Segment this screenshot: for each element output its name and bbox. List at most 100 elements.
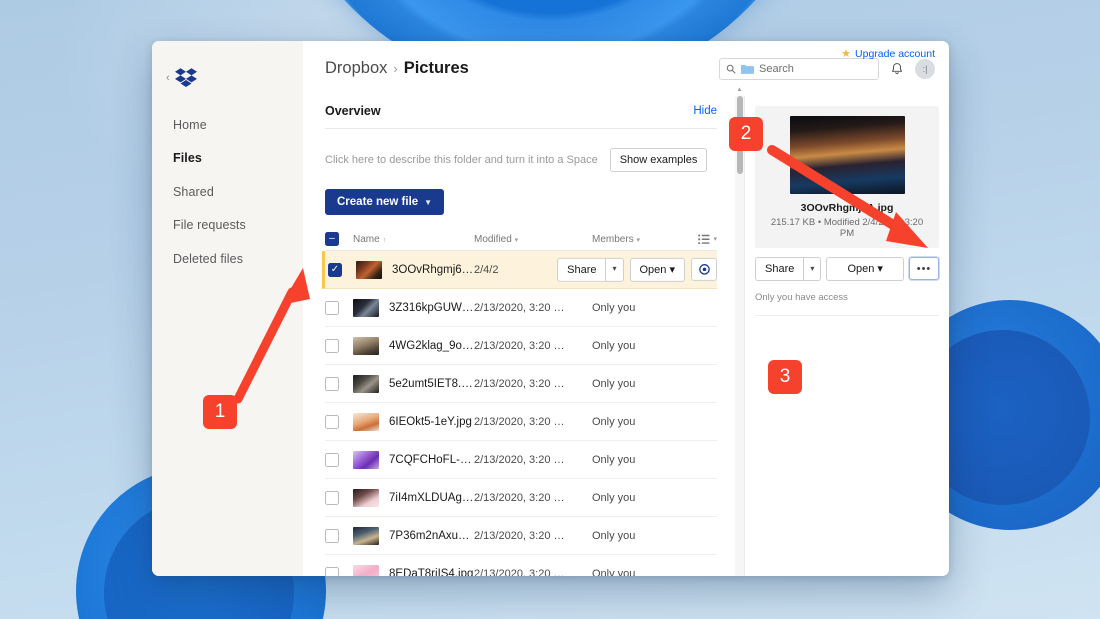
table-row[interactable]: 5e2umt5IET8.jpg2/13/2020, 3:20 …Only you [325, 365, 717, 403]
file-preview: 3OOvRhgmj6A.jpg 215.17 KB • Modified 2/4… [755, 106, 939, 248]
row-modified-cell: 2/13/2020, 3:20 … [474, 340, 592, 352]
row-select-cell [325, 453, 353, 467]
table-row[interactable]: 4WG2klag_9o.jpg2/13/2020, 3:20 …Only you [325, 327, 717, 365]
row-checkbox[interactable] [325, 377, 339, 391]
create-new-file-button[interactable]: Create new file ▼ [325, 189, 444, 215]
avatar[interactable]: :| [915, 59, 935, 79]
file-name: 7P36m2nAxu8.jpg [389, 530, 474, 542]
sidebar-item-file-requests[interactable]: File requests [152, 209, 303, 242]
sidebar-nav: Home Files Shared File requests Deleted … [152, 109, 303, 276]
row-modified-cell: 2/13/2020, 3:20 … [474, 302, 592, 314]
row-members-cell: Only you [592, 492, 687, 504]
row-name-cell[interactable]: 5e2umt5IET8.jpg [353, 375, 474, 393]
detail-share-button[interactable]: Share [755, 257, 803, 281]
table-row[interactable]: 8EDaT8rjIS4.jpg2/13/2020, 3:20 …Only you [325, 555, 717, 576]
detail-share-caret-button[interactable]: ▾ [803, 257, 821, 281]
row-open-button[interactable]: Open ▾ [630, 257, 686, 281]
file-thumbnail [353, 489, 379, 507]
vertical-scrollbar[interactable]: ▲ [735, 96, 744, 576]
table-row[interactable]: ✓3OOvRhgmj6A.jpg2/4/2Share▾Open ▾ [322, 251, 717, 289]
detail-share-split-button[interactable]: Share ▾ [755, 257, 821, 281]
table-body: ✓3OOvRhgmj6A.jpg2/4/2Share▾Open ▾3Z316kp… [325, 251, 717, 576]
row-name-cell[interactable]: 7iI4mXLDUAg.jpg [353, 489, 474, 507]
column-header-members[interactable]: Members ▾ [592, 234, 687, 245]
annotation-badge-3: 3 [768, 360, 802, 394]
chevron-down-icon: ▾ [636, 237, 640, 244]
row-members-cell: Only you [592, 416, 687, 428]
eye-icon [698, 263, 711, 276]
row-modified-cell: 2/13/2020, 3:20 … [474, 378, 592, 390]
sidebar-item-shared[interactable]: Shared [152, 176, 303, 209]
upgrade-account-link[interactable]: ★ Upgrade account [841, 48, 935, 60]
table-row[interactable]: 7P36m2nAxu8.jpg2/13/2020, 3:20 …Only you [325, 517, 717, 555]
row-name-cell[interactable]: 3Z316kpGUWk.jpg [353, 299, 474, 317]
view-options[interactable]: ▾ [687, 234, 717, 245]
main-area: Dropbox › Pictures ★ Upgrade account [303, 41, 949, 576]
column-header-modified[interactable]: Modified ▾ [474, 234, 592, 245]
content-body: Overview Hide Click here to describe thi… [303, 96, 949, 576]
column-header-members-label: Members [592, 234, 634, 245]
row-select-cell [325, 339, 353, 353]
row-select-cell [325, 491, 353, 505]
file-thumbnail [353, 527, 379, 545]
upgrade-account-label: Upgrade account [855, 48, 935, 60]
row-share-split-button[interactable]: Share▾ [557, 257, 623, 281]
row-name-cell[interactable]: 7CQFCHoFL-o.jpg [353, 451, 474, 469]
row-name-cell[interactable]: 7P36m2nAxu8.jpg [353, 527, 474, 545]
sidebar-item-deleted-files[interactable]: Deleted files [152, 243, 303, 276]
table-row[interactable]: 7iI4mXLDUAg.jpg2/13/2020, 3:20 …Only you [325, 479, 717, 517]
column-header-name[interactable]: Name ↑ [353, 234, 474, 245]
annotation-badge-2-label: 2 [741, 123, 752, 145]
bell-icon[interactable] [889, 61, 905, 77]
row-name-cell[interactable]: 3OOvRhgmj6A.jpg [356, 261, 474, 279]
search-placeholder: Search [759, 63, 794, 75]
overview-header: Overview Hide [325, 96, 717, 129]
row-checkbox[interactable] [325, 339, 339, 353]
row-share-button[interactable]: Share [557, 257, 605, 281]
select-all-checkbox[interactable]: – [325, 232, 339, 246]
file-thumbnail [353, 299, 379, 317]
row-checkbox[interactable] [325, 491, 339, 505]
file-preview-thumbnail[interactable] [790, 116, 905, 194]
sidebar-collapse-icon[interactable]: ‹ [166, 73, 170, 84]
file-name: 3Z316kpGUWk.jpg [389, 302, 474, 314]
row-share-caret-button[interactable]: ▾ [605, 257, 623, 281]
row-members-cell: Only you [592, 340, 687, 352]
search-input[interactable]: Search [719, 58, 879, 80]
file-name: 8EDaT8rjIS4.jpg [389, 568, 473, 577]
detail-more-options-button[interactable]: ••• [909, 257, 939, 280]
show-examples-button[interactable]: Show examples [610, 148, 708, 172]
row-name-cell[interactable]: 8EDaT8rjIS4.jpg [353, 565, 474, 577]
row-checkbox[interactable]: ✓ [328, 263, 342, 277]
row-checkbox[interactable] [325, 567, 339, 577]
dropbox-logo [175, 68, 197, 89]
row-checkbox[interactable] [325, 529, 339, 543]
row-preview-button[interactable] [691, 258, 717, 281]
row-modified-cell: 2/13/2020, 3:20 … [474, 416, 592, 428]
row-name-cell[interactable]: 6IEOkt5-1eY.jpg [353, 413, 474, 431]
file-name: 5e2umt5IET8.jpg [389, 378, 474, 390]
table-row[interactable]: 6IEOkt5-1eY.jpg2/13/2020, 3:20 …Only you [325, 403, 717, 441]
checkmark-icon: ✓ [331, 265, 339, 275]
table-row[interactable]: 7CQFCHoFL-o.jpg2/13/2020, 3:20 …Only you [325, 441, 717, 479]
folder-description-hint[interactable]: Click here to describe this folder and t… [325, 154, 598, 166]
row-members-cell: Only you [592, 568, 687, 577]
sidebar-item-files[interactable]: Files [152, 142, 303, 175]
row-checkbox[interactable] [325, 415, 339, 429]
select-all-glyph: – [329, 234, 335, 244]
overview-hide-link[interactable]: Hide [693, 105, 717, 117]
table-header-row: – Name ↑ Modified ▾ Members [325, 228, 717, 251]
folder-filter-icon [741, 64, 754, 74]
scroll-up-arrow-icon[interactable]: ▲ [735, 87, 744, 93]
breadcrumb-root[interactable]: Dropbox [325, 59, 387, 78]
file-browser: Overview Hide Click here to describe thi… [303, 96, 735, 576]
annotation-badge-1-label: 1 [215, 401, 226, 423]
table-row[interactable]: 3Z316kpGUWk.jpg2/13/2020, 3:20 …Only you [325, 289, 717, 327]
row-name-cell[interactable]: 4WG2klag_9o.jpg [353, 337, 474, 355]
sidebar-item-home[interactable]: Home [152, 109, 303, 142]
detail-open-button[interactable]: Open ▾ [826, 257, 904, 281]
row-checkbox[interactable] [325, 453, 339, 467]
chevron-down-icon: ▼ [424, 198, 432, 207]
detail-divider [755, 315, 939, 316]
row-checkbox[interactable] [325, 301, 339, 315]
